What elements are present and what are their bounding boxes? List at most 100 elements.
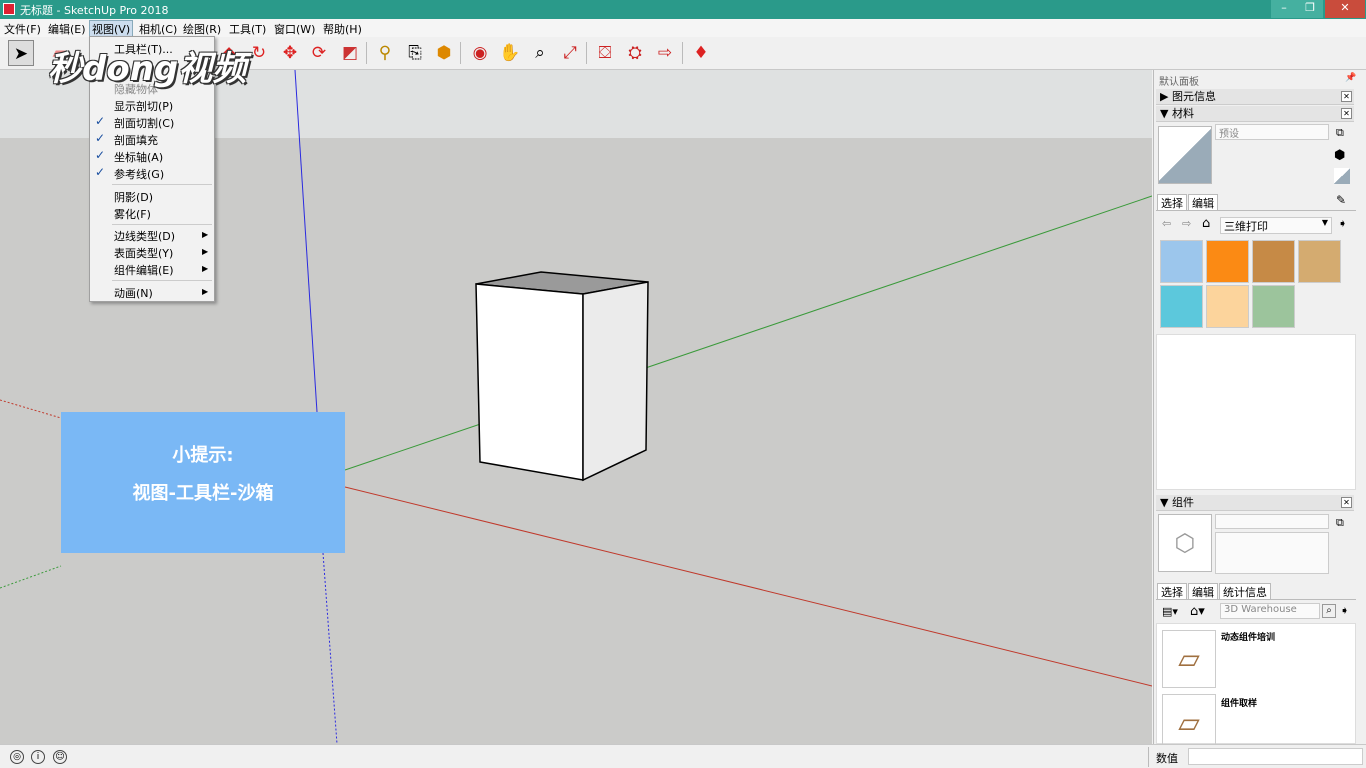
rotate-tool-icon[interactable]: ⟳	[306, 40, 332, 66]
forward-arrow-icon[interactable]: ⇨	[1182, 217, 1191, 230]
tab-statistics[interactable]: 统计信息	[1219, 583, 1271, 600]
geolocation-icon[interactable]: ◎	[10, 750, 24, 764]
user-account-icon[interactable]: ☺	[53, 750, 67, 764]
window-title: 无标题 - SketchUp Pro 2018	[20, 4, 169, 17]
tape-measure-tool-icon[interactable]: ⚲	[372, 40, 398, 66]
tip-overlay: 小提示: 视图-工具栏-沙箱	[61, 412, 345, 553]
sample-paint-icon[interactable]: ⬢	[1334, 148, 1345, 163]
menu-item-section-fill[interactable]: 剖面填充	[114, 132, 158, 148]
3d-warehouse-icon[interactable]: ⛋	[592, 40, 618, 66]
menu-window[interactable]: 窗口(W)	[274, 21, 315, 37]
menu-item-section-cuts[interactable]: 剖面切割(C)	[114, 115, 174, 131]
warehouse-search-input[interactable]: 3D Warehouse	[1220, 603, 1320, 619]
materials-title: 材料	[1171, 107, 1194, 120]
home-icon[interactable]: ⌂▾	[1190, 604, 1205, 619]
pan-tool-icon[interactable]: ✋	[497, 40, 523, 66]
checkmark-icon: ✓	[95, 148, 106, 162]
material-swatch[interactable]	[1206, 240, 1249, 283]
tab-underline	[1156, 210, 1356, 211]
material-name-field[interactable]: 预设	[1215, 124, 1329, 140]
measurements-input[interactable]	[1188, 748, 1363, 765]
pin-icon[interactable]: 📌	[1345, 73, 1356, 83]
component-description-field[interactable]	[1215, 532, 1329, 574]
material-swatch[interactable]	[1298, 240, 1341, 283]
material-preview	[1158, 126, 1212, 184]
x-axis-negative	[0, 399, 62, 419]
entity-info-header[interactable]: ▶ 图元信息 ✕	[1156, 89, 1354, 105]
close-panel-icon[interactable]: ✕	[1341, 497, 1352, 508]
view-options-icon[interactable]: ▤▾	[1162, 605, 1178, 618]
tab-edit[interactable]: 编辑	[1188, 583, 1218, 600]
submenu-arrow-icon: ▶	[202, 287, 209, 296]
box-front-face	[475, 283, 584, 481]
menu-tools[interactable]: 工具(T)	[229, 21, 266, 37]
materials-header[interactable]: ▼ 材料 ✕	[1156, 106, 1354, 122]
component-item-title[interactable]: 组件取样	[1221, 696, 1257, 709]
tab-underline	[1156, 599, 1356, 600]
material-swatch[interactable]	[1160, 240, 1203, 283]
menu-item-guides[interactable]: 参考线(G)	[114, 166, 164, 182]
extension-warehouse-icon[interactable]: ⛭	[622, 40, 648, 66]
watermark-logo: 秒dong视频	[48, 49, 247, 89]
back-arrow-icon[interactable]: ⇦	[1162, 217, 1171, 230]
menu-item-animation[interactable]: 动画(N)	[114, 285, 153, 301]
details-arrow-icon[interactable]: ➧	[1338, 217, 1347, 230]
z-axis	[294, 70, 318, 413]
menu-separator	[112, 184, 212, 185]
tab-select[interactable]: 选择	[1157, 583, 1187, 600]
scale-tool-icon[interactable]: ◩	[337, 40, 363, 66]
tray-title: 默认面板	[1159, 77, 1199, 88]
component-name-field[interactable]	[1215, 514, 1329, 529]
minimize-button[interactable]: –	[1271, 0, 1297, 18]
menu-item-section-planes[interactable]: 显示剖切(P)	[114, 98, 173, 114]
close-panel-icon[interactable]: ✕	[1341, 108, 1352, 119]
menu-item-fog[interactable]: 雾化(F)	[114, 206, 151, 222]
search-icon[interactable]: ⌕	[1322, 604, 1336, 618]
create-material-icon[interactable]: ⧉	[1336, 126, 1344, 140]
menu-item-axes[interactable]: 坐标轴(A)	[114, 149, 163, 165]
menu-item-face-style[interactable]: 表面类型(Y)	[114, 245, 173, 261]
select-tool-icon[interactable]: ➤	[8, 40, 34, 66]
menu-item-shadows[interactable]: 阴影(D)	[114, 189, 153, 205]
collapse-arrow-icon: ▼	[1160, 107, 1172, 120]
close-panel-icon[interactable]: ✕	[1341, 91, 1352, 102]
menu-edit[interactable]: 编辑(E)	[48, 21, 86, 37]
component-item-title[interactable]: 动态组件培训	[1221, 630, 1275, 643]
menu-separator	[112, 280, 212, 281]
info-icon[interactable]: i	[31, 750, 45, 764]
material-library-select[interactable]: 三维打印 ▼	[1220, 217, 1332, 234]
restore-button[interactable]: ❐	[1297, 0, 1323, 18]
menu-item-component-edit[interactable]: 组件编辑(E)	[114, 262, 174, 278]
close-window-button[interactable]: ✕	[1325, 0, 1365, 18]
text-tool-icon[interactable]: ⎘	[402, 40, 428, 66]
paint-bucket-tool-icon[interactable]: ⬢	[431, 40, 457, 66]
material-swatch[interactable]	[1252, 240, 1295, 283]
menu-help[interactable]: 帮助(H)	[323, 21, 362, 37]
tab-select[interactable]: 选择	[1157, 194, 1187, 211]
menu-file[interactable]: 文件(F)	[4, 21, 41, 37]
zoom-extents-tool-icon[interactable]: ⤢	[557, 40, 583, 66]
components-header[interactable]: ▼ 组件 ✕	[1156, 495, 1354, 511]
entity-info-title: 图元信息	[1171, 90, 1216, 103]
material-swatch[interactable]	[1160, 285, 1203, 328]
tab-edit[interactable]: 编辑	[1188, 194, 1218, 211]
ruby-console-icon[interactable]: ♦	[688, 40, 714, 66]
folder-icon[interactable]: ▱	[1162, 630, 1216, 688]
material-swatch[interactable]	[1252, 285, 1295, 328]
material-swatch[interactable]	[1206, 285, 1249, 328]
menu-camera[interactable]: 相机(C)	[139, 21, 177, 37]
home-icon[interactable]: ⌂	[1202, 216, 1210, 231]
zoom-tool-icon[interactable]: ⌕	[527, 40, 553, 66]
expand-arrow-icon: ▶	[1160, 90, 1172, 103]
move-tool-icon[interactable]: ✥	[277, 40, 303, 66]
component-options-icon[interactable]: ⧉	[1336, 516, 1344, 530]
eyedropper-icon[interactable]: ✎	[1336, 193, 1346, 207]
default-material-icon[interactable]	[1334, 168, 1350, 184]
follow-me-tool-icon[interactable]: ↻	[246, 40, 272, 66]
details-arrow-icon[interactable]: ➧	[1340, 604, 1349, 617]
menu-item-edge-style[interactable]: 边线类型(D)	[114, 228, 175, 244]
orbit-tool-icon[interactable]: ◉	[467, 40, 493, 66]
send-to-layout-icon[interactable]: ⇨	[652, 40, 678, 66]
menu-draw[interactable]: 绘图(R)	[183, 21, 221, 37]
components-tabs: 选择 编辑 统计信息	[1157, 583, 1272, 600]
